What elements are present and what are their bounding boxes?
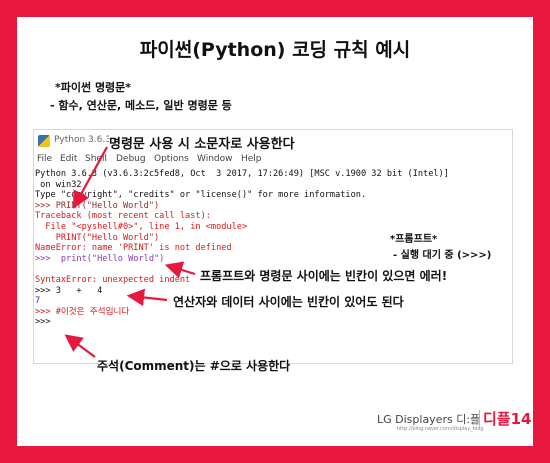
page-title: 파이썬(Python) 코딩 규칙 예시 <box>139 39 411 61</box>
shell-line: >>> print("Hello World") <box>35 253 165 264</box>
annotation-space-error: 프롬프트와 명령문 사이에는 빈칸이 있으면 에러! <box>200 267 448 284</box>
shell-line: 7 <box>35 296 41 307</box>
shell-line: >>> PRINT("Hello World") <box>35 200 160 211</box>
shell-line: >>> 3 + 4 <box>35 285 103 296</box>
shell-line: Traceback (most recent call last): <box>35 211 211 222</box>
shell-output[interactable]: Python 3.6.3 (v3.6.3:2c5fed8, Oct 3 2017… <box>35 169 512 363</box>
menu-shell[interactable]: Shell <box>85 154 107 164</box>
menu-options[interactable]: Options <box>154 154 189 164</box>
shell-line: Python 3.6.3 (v3.6.3:2c5fed8, Oct 3 2017… <box>35 169 449 179</box>
brand-url: http://blog.naver.com/display_blog <box>397 426 484 432</box>
shell-line: NameError: name 'PRINT' is not defined <box>35 243 232 254</box>
shell-line: Type "copyright", "credits" or "license(… <box>35 190 367 201</box>
menu-help[interactable]: Help <box>241 154 262 164</box>
annotation-lowercase: 명령문 사용 시 소문자로 사용한다 <box>109 133 295 152</box>
annotation-comment: 주석(Comment)는 #으로 사용한다 <box>97 359 291 373</box>
brand-text: LG Displayers 디:플 <box>377 413 481 426</box>
annotation-prompt-desc: - 실행 대기 중 (>>>) <box>393 250 492 261</box>
menu-file[interactable]: File <box>37 154 52 164</box>
brand-logo: 디플14 <box>483 410 532 428</box>
menubar: File Edit Shell Debug Options Window Hel… <box>34 154 512 168</box>
intro-list: - 함수, 연산문, 메소드, 일반 명령문 등 <box>50 99 232 112</box>
annotation-prompt-title: *프롬프트* <box>390 234 438 245</box>
annotation-space-ok: 연산자와 데이터 사이에는 빈칸이 있어도 된다 <box>173 293 404 310</box>
shell-line: on win32 <box>35 179 82 190</box>
menu-window[interactable]: Window <box>197 154 233 164</box>
intro-heading: *파이썬 명령문* <box>55 81 132 94</box>
python-icon <box>38 135 50 147</box>
menu-debug[interactable]: Debug <box>116 154 146 164</box>
shell-line: SyntaxError: unexpected indent <box>35 275 191 285</box>
shell-line: >>> #이것은 주석입니다 <box>35 306 130 317</box>
shell-line: PRINT("Hello World") <box>35 232 160 243</box>
content-card: 파이썬(Python) 코딩 규칙 예시 *파이썬 명령문* - 함수, 연산문… <box>17 17 533 446</box>
window-title: Python 3.6.3 <box>54 135 111 145</box>
menu-edit[interactable]: Edit <box>60 154 77 164</box>
shell-line: File "<pyshell#0>", line 1, in <module> <box>35 222 248 232</box>
shell-line: >>> <box>35 317 51 328</box>
footer-divider <box>479 410 480 430</box>
